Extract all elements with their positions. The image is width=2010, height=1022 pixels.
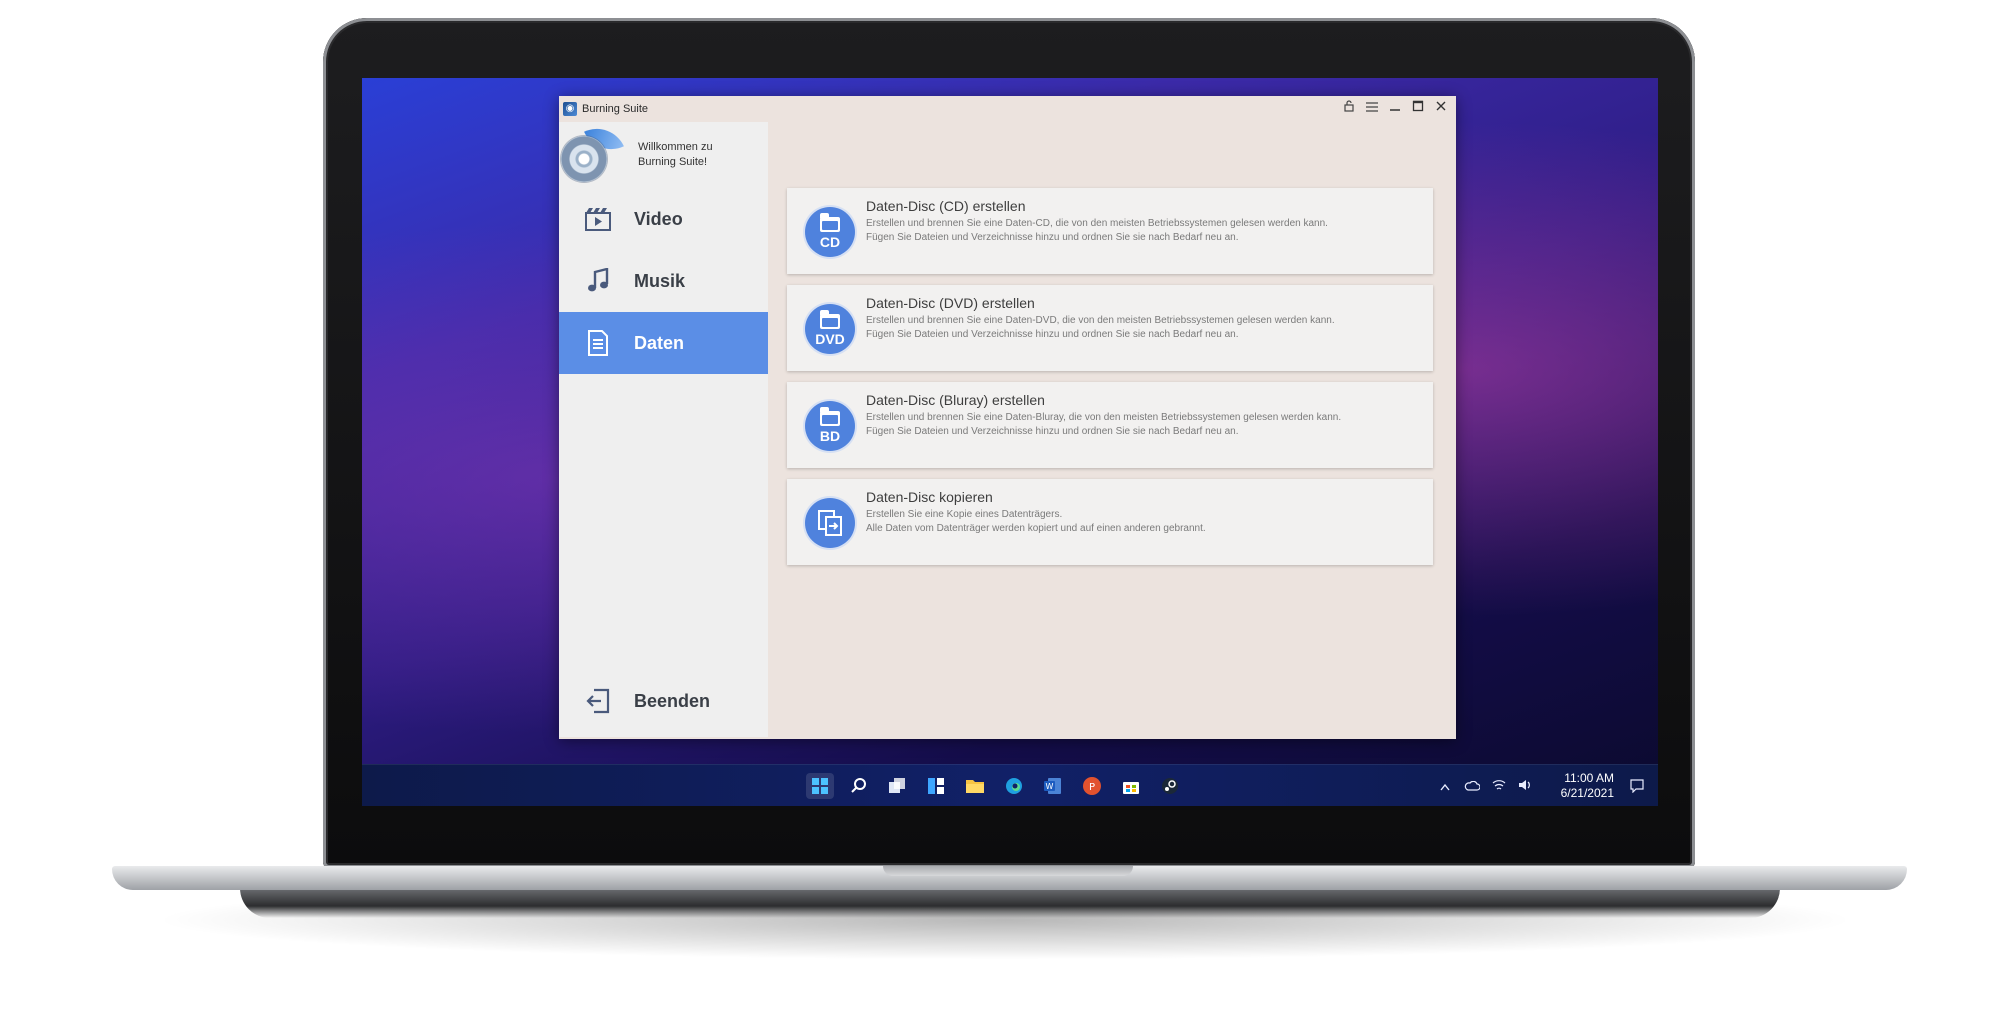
bd-folder-icon: BD xyxy=(805,401,855,451)
brand-area: Willkommen zu Burning Suite! xyxy=(559,119,768,186)
document-icon xyxy=(585,330,611,356)
minimize-icon[interactable] xyxy=(1388,100,1402,116)
card-description-line-2: Alle Daten vom Datenträger werden kopier… xyxy=(866,523,1206,534)
exit-button[interactable]: Beenden xyxy=(559,670,768,732)
chevron-up-icon[interactable] xyxy=(1440,779,1450,794)
card-badge: DVD xyxy=(815,331,845,347)
card-description-line-2: Fügen Sie Dateien und Verzeichnisse hinz… xyxy=(866,232,1239,243)
sidebar: Willkommen zu Burning Suite! Video Musik… xyxy=(559,119,768,737)
laptop-base-foot xyxy=(240,888,1780,918)
notification-icon[interactable] xyxy=(1626,773,1648,799)
volume-icon[interactable] xyxy=(1518,779,1532,794)
search-icon[interactable] xyxy=(845,773,873,799)
app-window: ◉ Burning Suite Willkommen zu Burning Su… xyxy=(559,96,1456,739)
powerpoint-icon[interactable]: P xyxy=(1078,773,1106,799)
card-title: Daten-Disc (Bluray) erstellen xyxy=(866,392,1045,408)
window-title: Burning Suite xyxy=(582,103,649,115)
store-icon[interactable] xyxy=(1117,773,1145,799)
laptop-notch xyxy=(883,866,1133,876)
edge-icon[interactable] xyxy=(1000,773,1028,799)
widgets-icon[interactable] xyxy=(922,773,950,799)
cloud-icon[interactable] xyxy=(1464,779,1481,794)
sidebar-item-musik[interactable]: Musik xyxy=(559,250,768,312)
word-icon[interactable]: W xyxy=(1039,773,1067,799)
exit-label: Beenden xyxy=(634,690,711,711)
title-bar[interactable]: ◉ Burning Suite xyxy=(559,96,1456,122)
welcome-text: Willkommen zu Burning Suite! xyxy=(638,140,758,170)
card-create-bluray[interactable]: BD Daten-Disc (Bluray) erstellen Erstell… xyxy=(787,382,1433,468)
clock-time: 11:00 AM xyxy=(1564,771,1614,785)
card-description-line-1: Erstellen Sie eine Kopie eines Datenträg… xyxy=(866,509,1063,520)
card-title: Daten-Disc (CD) erstellen xyxy=(866,198,1026,214)
exit-icon xyxy=(585,688,611,714)
sidebar-item-daten[interactable]: Daten xyxy=(559,312,768,374)
welcome-line-2: Burning Suite! xyxy=(638,156,708,168)
card-description-line-2: Fügen Sie Dateien und Verzeichnisse hinz… xyxy=(866,426,1239,437)
welcome-line-1: Willkommen zu xyxy=(638,141,713,153)
lock-icon[interactable] xyxy=(1342,100,1356,116)
sidebar-item-video[interactable]: Video xyxy=(559,188,768,250)
svg-text:P: P xyxy=(1089,782,1095,793)
menu-icon[interactable] xyxy=(1365,100,1379,116)
taskbar: W P 11:00 AM 6/21/2021 xyxy=(362,764,1658,806)
card-create-dvd[interactable]: DVD Daten-Disc (DVD) erstellen Erstellen… xyxy=(787,285,1433,371)
svg-text:W: W xyxy=(1046,782,1054,791)
app-logo-icon: ◉ xyxy=(563,102,577,116)
dvd-folder-icon: DVD xyxy=(805,304,855,354)
card-description-line-1: Erstellen und brennen Sie eine Daten-DVD… xyxy=(866,315,1335,326)
card-badge: CD xyxy=(819,234,841,250)
card-title: Daten-Disc kopieren xyxy=(866,489,993,505)
card-description-line-1: Erstellen und brennen Sie eine Daten-CD,… xyxy=(866,218,1328,229)
steam-icon[interactable] xyxy=(1156,773,1184,799)
window-controls xyxy=(1342,100,1448,116)
wifi-icon[interactable] xyxy=(1492,779,1506,794)
file-explorer-icon[interactable] xyxy=(961,773,989,799)
card-title: Daten-Disc (DVD) erstellen xyxy=(866,295,1035,311)
cd-folder-icon: CD xyxy=(805,207,855,257)
disc-logo xyxy=(561,136,607,182)
card-description-line-1: Erstellen und brennen Sie eine Daten-Blu… xyxy=(866,412,1342,423)
card-copy-disc[interactable]: Daten-Disc kopieren Erstellen Sie eine K… xyxy=(787,479,1433,565)
clock-date: 6/21/2021 xyxy=(1560,786,1614,800)
maximize-icon[interactable] xyxy=(1411,100,1425,116)
sidebar-item-label: Daten xyxy=(634,332,685,353)
music-icon xyxy=(585,268,611,294)
card-create-cd[interactable]: CD Daten-Disc (CD) erstellen Erstellen u… xyxy=(787,188,1433,274)
card-badge: BD xyxy=(819,428,841,444)
start-icon[interactable] xyxy=(806,773,834,799)
task-view-icon[interactable] xyxy=(883,773,911,799)
copy-disc-icon xyxy=(805,498,855,548)
clock[interactable]: 11:00 AM 6/21/2021 xyxy=(1561,771,1614,801)
card-description-line-2: Fügen Sie Dateien und Verzeichnisse hinz… xyxy=(866,329,1239,340)
video-icon xyxy=(585,206,611,232)
sidebar-item-label: Video xyxy=(634,208,683,229)
system-tray xyxy=(1440,765,1532,806)
sidebar-item-label: Musik xyxy=(634,270,686,291)
close-icon[interactable] xyxy=(1434,100,1448,116)
